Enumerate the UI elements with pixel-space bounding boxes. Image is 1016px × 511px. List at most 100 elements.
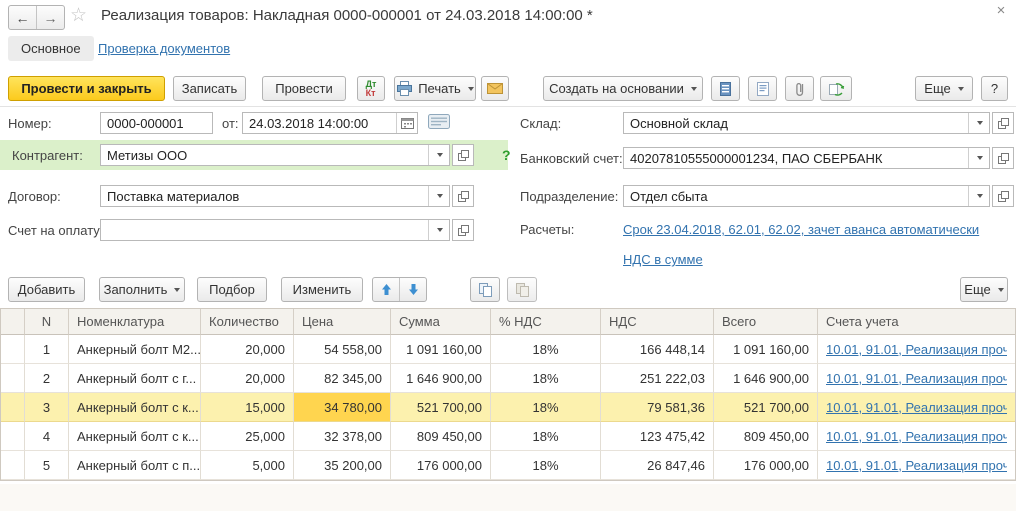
- chevron-down-icon[interactable]: [968, 186, 989, 206]
- cell-accounts[interactable]: 10.01, 91.01, Реализация проч: [818, 335, 1015, 364]
- column-header[interactable]: Количество: [201, 309, 294, 335]
- open-department-icon[interactable]: [992, 185, 1014, 207]
- cell-vat_rate[interactable]: 18%: [491, 364, 601, 393]
- cell-vat[interactable]: 123 475,42: [601, 422, 714, 451]
- cell-accounts[interactable]: 10.01, 91.01, Реализация проч: [818, 364, 1015, 393]
- table-row[interactable]: 4Анкерный болт с к...25,00032 378,00809 …: [1, 422, 1015, 451]
- fill-button[interactable]: Заполнить: [99, 277, 185, 302]
- attachments-button[interactable]: [785, 76, 814, 101]
- document-journal-button[interactable]: [748, 76, 777, 101]
- cell-sum[interactable]: 809 450,00: [391, 422, 491, 451]
- cell-sum[interactable]: 176 000,00: [391, 451, 491, 480]
- cell-vat_rate[interactable]: 18%: [491, 422, 601, 451]
- accounts-link[interactable]: 10.01, 91.01, Реализация проч: [826, 429, 1007, 444]
- chevron-down-icon[interactable]: [968, 113, 989, 133]
- counterparty-field[interactable]: Метизы ООО: [100, 144, 474, 166]
- report-button[interactable]: [711, 76, 740, 101]
- chevron-down-icon[interactable]: [428, 145, 449, 165]
- counterparty-help-icon[interactable]: ?: [502, 147, 511, 163]
- open-contract-icon[interactable]: [452, 185, 474, 207]
- cell-qty[interactable]: 15,000: [201, 393, 294, 422]
- cell-vat[interactable]: 251 222,03: [601, 364, 714, 393]
- cell-n[interactable]: 4: [25, 422, 69, 451]
- cell-vat[interactable]: 166 448,14: [601, 335, 714, 364]
- bank-account-field[interactable]: 40207810555000001234, ПАО СБЕРБАНК: [623, 147, 1014, 169]
- payment-invoice-field[interactable]: [100, 219, 474, 241]
- cell-n[interactable]: 1: [25, 335, 69, 364]
- cell-total[interactable]: 809 450,00: [714, 422, 818, 451]
- table-row[interactable]: 1Анкерный болт М2...20,00054 558,001 091…: [1, 335, 1015, 364]
- cell-accounts[interactable]: 10.01, 91.01, Реализация проч: [818, 393, 1015, 422]
- copy-row-button[interactable]: [470, 277, 500, 302]
- table-row[interactable]: 2Анкерный болт с г...20,00082 345,001 64…: [1, 364, 1015, 393]
- chevron-down-icon[interactable]: [428, 186, 449, 206]
- cell-accounts[interactable]: 10.01, 91.01, Реализация проч: [818, 451, 1015, 480]
- tab-document-check-link[interactable]: Проверка документов: [98, 41, 230, 56]
- department-field[interactable]: Отдел сбыта: [623, 185, 1014, 207]
- column-header[interactable]: % НДС: [491, 309, 601, 335]
- favorite-star-icon[interactable]: ☆: [70, 4, 87, 27]
- show-postings-button[interactable]: ДтКт: [357, 76, 385, 101]
- column-header[interactable]: НДС: [601, 309, 714, 335]
- move-up-icon[interactable]: [373, 278, 399, 301]
- cell-total[interactable]: 1 091 160,00: [714, 335, 818, 364]
- cell-price[interactable]: 35 200,00: [294, 451, 391, 480]
- contract-field[interactable]: Поставка материалов: [100, 185, 474, 207]
- cell-item[interactable]: Анкерный болт с к...: [69, 393, 201, 422]
- open-payment-invoice-icon[interactable]: [452, 219, 474, 241]
- cell-vat_rate[interactable]: 18%: [491, 393, 601, 422]
- back-icon[interactable]: ←: [9, 6, 36, 29]
- forward-icon[interactable]: →: [36, 6, 64, 29]
- column-header[interactable]: Всего: [714, 309, 818, 335]
- column-header[interactable]: Счета учета: [818, 309, 1015, 335]
- cell-sum[interactable]: 521 700,00: [391, 393, 491, 422]
- cell-vat[interactable]: 26 847,46: [601, 451, 714, 480]
- tab-main[interactable]: Основное: [8, 36, 94, 61]
- cell-qty[interactable]: 20,000: [201, 335, 294, 364]
- paste-row-button[interactable]: [507, 277, 537, 302]
- settlements-terms-link[interactable]: Срок 23.04.2018, 62.01, 62.02, зачет ава…: [623, 222, 979, 237]
- close-icon[interactable]: ×: [992, 2, 1010, 19]
- accounts-link[interactable]: 10.01, 91.01, Реализация проч: [826, 371, 1007, 386]
- column-header[interactable]: Цена: [294, 309, 391, 335]
- cell-total[interactable]: 176 000,00: [714, 451, 818, 480]
- print-button[interactable]: Печать: [394, 76, 476, 101]
- accounts-link[interactable]: 10.01, 91.01, Реализация проч: [826, 458, 1007, 473]
- cell-sum[interactable]: 1 646 900,00: [391, 364, 491, 393]
- cell-total[interactable]: 1 646 900,00: [714, 364, 818, 393]
- save-button[interactable]: Записать: [173, 76, 246, 101]
- chevron-down-icon[interactable]: [968, 148, 989, 168]
- cell-total[interactable]: 521 700,00: [714, 393, 818, 422]
- column-header[interactable]: Сумма: [391, 309, 491, 335]
- cell-qty[interactable]: 5,000: [201, 451, 294, 480]
- table-row[interactable]: 3Анкерный болт с к...15,00034 780,00521 …: [1, 393, 1015, 422]
- related-documents-button[interactable]: [820, 76, 852, 101]
- open-warehouse-icon[interactable]: [992, 112, 1014, 134]
- warehouse-field[interactable]: Основной склад: [623, 112, 1014, 134]
- cell-n[interactable]: 3: [25, 393, 69, 422]
- cell-accounts[interactable]: 10.01, 91.01, Реализация проч: [818, 422, 1015, 451]
- table-row[interactable]: 5Анкерный болт с п...5,00035 200,00176 0…: [1, 451, 1015, 480]
- cell-qty[interactable]: 25,000: [201, 422, 294, 451]
- move-down-icon[interactable]: [399, 278, 426, 301]
- vat-in-sum-link[interactable]: НДС в сумме: [623, 252, 703, 267]
- cell-price[interactable]: 82 345,00: [294, 364, 391, 393]
- cell-sum[interactable]: 1 091 160,00: [391, 335, 491, 364]
- help-button[interactable]: ?: [981, 76, 1008, 101]
- cell-vat_rate[interactable]: 18%: [491, 335, 601, 364]
- chevron-down-icon[interactable]: [428, 220, 449, 240]
- send-email-button[interactable]: [481, 76, 509, 101]
- open-bank-account-icon[interactable]: [992, 147, 1014, 169]
- calendar-icon[interactable]: [396, 113, 417, 133]
- accounts-link[interactable]: 10.01, 91.01, Реализация проч: [826, 400, 1007, 415]
- create-based-on-button[interactable]: Создать на основании: [543, 76, 703, 101]
- cell-item[interactable]: Анкерный болт с г...: [69, 364, 201, 393]
- accounts-link[interactable]: 10.01, 91.01, Реализация проч: [826, 342, 1007, 357]
- cell-n[interactable]: 2: [25, 364, 69, 393]
- cell-item[interactable]: Анкерный болт М2...: [69, 335, 201, 364]
- cell-qty[interactable]: 20,000: [201, 364, 294, 393]
- cell-n[interactable]: 5: [25, 451, 69, 480]
- date-field[interactable]: 24.03.2018 14:00:00: [242, 112, 418, 134]
- cell-vat[interactable]: 79 581,36: [601, 393, 714, 422]
- cell-item[interactable]: Анкерный болт с п...: [69, 451, 201, 480]
